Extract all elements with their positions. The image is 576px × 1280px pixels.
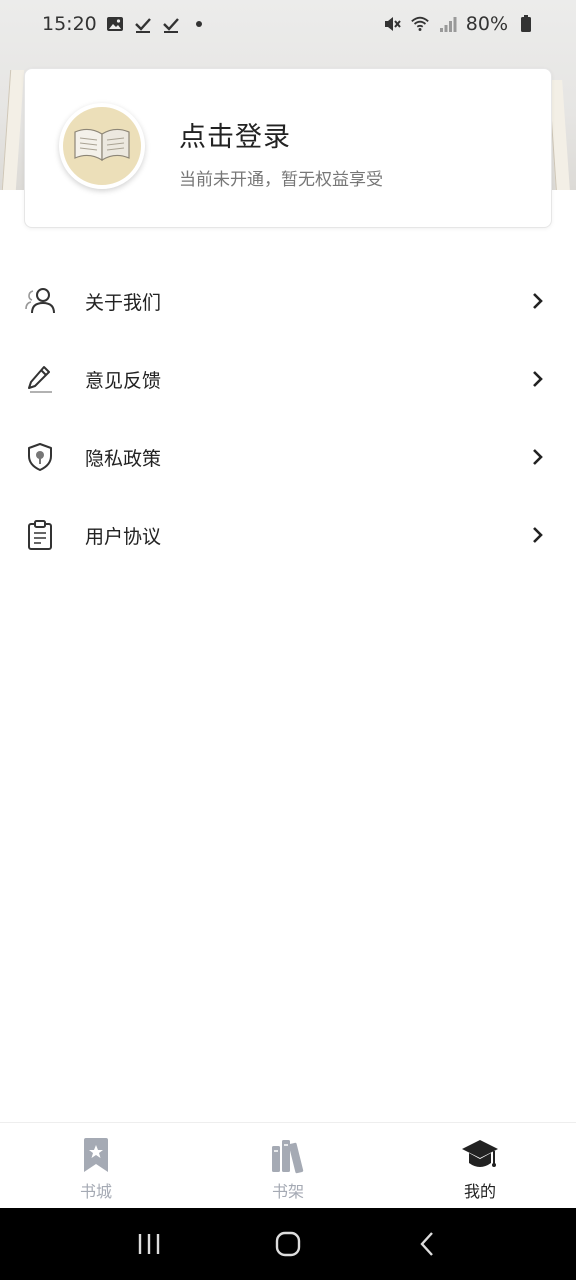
bookshelf-icon	[268, 1136, 308, 1176]
status-bar: 15:20 80%	[0, 0, 576, 48]
book-icon	[71, 124, 133, 168]
system-navigation-bar	[0, 1208, 576, 1280]
check-icon	[133, 14, 153, 34]
graduation-cap-icon	[460, 1136, 500, 1176]
mute-icon	[382, 14, 402, 34]
status-left: 15:20	[42, 13, 209, 35]
wifi-icon	[410, 14, 430, 34]
menu-item-user-agreement[interactable]: 用户协议	[0, 496, 576, 574]
recent-apps-icon[interactable]	[129, 1224, 169, 1264]
chevron-right-icon	[530, 293, 546, 309]
menu-label: 关于我们	[85, 291, 162, 314]
nav-label: 书城	[79, 1181, 112, 1201]
pencil-icon	[24, 363, 56, 395]
nav-label: 我的	[463, 1181, 496, 1201]
login-title[interactable]: 点击登录	[179, 115, 291, 154]
clipboard-icon	[24, 519, 56, 551]
bottom-navigation: 书城 书架 我的	[0, 1122, 576, 1208]
settings-menu: 关于我们 意见反馈 隐私政策 用户协议	[0, 262, 576, 574]
nav-tab-bookstore[interactable]: 书城	[0, 1123, 192, 1208]
status-right: 80%	[382, 13, 536, 35]
menu-label: 意见反馈	[85, 369, 162, 392]
battery-icon	[516, 14, 536, 34]
book-spine-decoration	[1, 70, 25, 190]
menu-item-about-us[interactable]: 关于我们	[0, 262, 576, 340]
shield-icon	[24, 441, 56, 473]
avatar[interactable]	[59, 103, 145, 189]
dot-icon	[189, 14, 209, 34]
nav-tab-bookshelf[interactable]: 书架	[192, 1123, 384, 1208]
chevron-right-icon	[530, 371, 546, 387]
menu-item-feedback[interactable]: 意见反馈	[0, 340, 576, 418]
menu-label: 用户协议	[85, 525, 162, 548]
home-icon[interactable]	[268, 1224, 308, 1264]
status-time: 15:20	[42, 13, 97, 35]
chevron-right-icon	[530, 527, 546, 543]
nav-tab-mine[interactable]: 我的	[384, 1123, 576, 1208]
profile-card[interactable]: 点击登录 当前未开通，暂无权益享受	[24, 68, 552, 228]
bookmark-star-icon	[76, 1136, 116, 1176]
battery-percent: 80%	[465, 13, 508, 35]
users-icon	[24, 285, 56, 317]
signal-icon	[438, 14, 458, 34]
check-icon	[161, 14, 181, 34]
menu-label: 隐私政策	[85, 447, 162, 470]
menu-item-privacy-policy[interactable]: 隐私政策	[0, 418, 576, 496]
chevron-right-icon	[530, 449, 546, 465]
image-icon	[105, 14, 125, 34]
nav-label: 书架	[271, 1181, 304, 1201]
membership-status: 当前未开通，暂无权益享受	[179, 170, 383, 190]
back-icon[interactable]	[407, 1224, 447, 1264]
